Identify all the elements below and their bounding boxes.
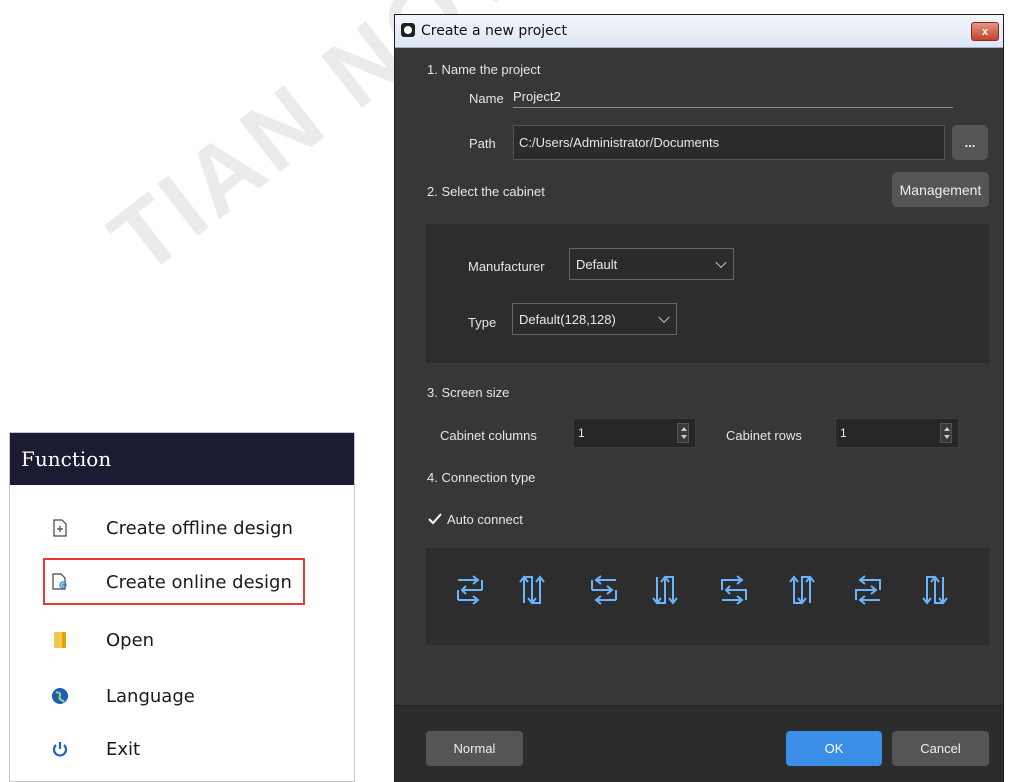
- manufacturer-value: Default: [576, 256, 618, 272]
- section4-heading: 4. Connection type: [427, 470, 536, 485]
- app-icon: [401, 23, 415, 37]
- type-label: Type: [468, 315, 497, 330]
- rows-label: Cabinet rows: [726, 428, 802, 443]
- columns-spinbox[interactable]: 1: [573, 418, 696, 448]
- online-file-icon: [50, 572, 70, 592]
- snake-v-3-icon[interactable]: [784, 573, 816, 607]
- chevron-down-icon: [715, 256, 727, 269]
- path-label: Path: [469, 136, 496, 151]
- path-field[interactable]: C:/Users/Administrator/Documents: [513, 125, 945, 160]
- dialog-title: Create a new project: [421, 23, 567, 39]
- chevron-down-icon: [658, 311, 670, 324]
- create-online-design-item[interactable]: Create online design: [10, 567, 354, 597]
- type-dropdown[interactable]: Default(128,128): [512, 303, 677, 335]
- exit-item[interactable]: Exit: [10, 734, 354, 764]
- language-item[interactable]: Language: [10, 681, 354, 711]
- columns-value: 1: [578, 426, 585, 440]
- folder-icon: [50, 630, 70, 650]
- snake-v-4-icon[interactable]: [917, 573, 949, 607]
- snake-v-2-icon[interactable]: [651, 573, 683, 607]
- columns-label: Cabinet columns: [440, 428, 537, 443]
- dialog-footer: Normal OK Cancel: [395, 705, 1003, 782]
- section3-heading: 3. Screen size: [427, 385, 510, 400]
- new-file-icon: [50, 518, 70, 538]
- function-panel: Function Create offline design Create on…: [9, 432, 355, 782]
- snake-v-1-icon[interactable]: [518, 573, 550, 607]
- connection-panel: [426, 548, 989, 645]
- section1-heading: 1. Name the project: [427, 62, 541, 77]
- create-offline-design-item[interactable]: Create offline design: [10, 513, 354, 543]
- snake-h-1-icon[interactable]: [454, 573, 486, 607]
- power-icon: [50, 739, 70, 759]
- rows-spinbox[interactable]: 1: [835, 418, 959, 448]
- management-button[interactable]: Management: [892, 172, 989, 207]
- auto-connect-label[interactable]: Auto connect: [447, 512, 523, 527]
- open-item[interactable]: Open: [10, 625, 354, 655]
- section2-heading: 2. Select the cabinet: [427, 184, 545, 199]
- name-field[interactable]: Project2: [513, 89, 953, 108]
- cancel-button[interactable]: Cancel: [892, 731, 989, 766]
- spinner-arrows-icon[interactable]: [940, 423, 952, 443]
- cabinet-panel: [426, 224, 989, 363]
- manufacturer-dropdown[interactable]: Default: [569, 248, 734, 280]
- snake-h-2-icon[interactable]: [588, 573, 620, 607]
- snake-h-4-icon[interactable]: [852, 573, 884, 607]
- browse-button[interactable]: ...: [952, 125, 988, 160]
- type-value: Default(128,128): [519, 311, 616, 327]
- create-project-dialog: Create a new project x 1. Name the proje…: [394, 14, 1004, 782]
- normal-button[interactable]: Normal: [426, 731, 523, 766]
- open-label: Open: [106, 629, 155, 651]
- globe-icon: [50, 686, 70, 706]
- dialog-titlebar[interactable]: Create a new project x: [395, 15, 1003, 48]
- name-label: Name: [469, 91, 504, 106]
- checkmark-icon[interactable]: [428, 512, 442, 526]
- function-panel-title: Function: [10, 433, 354, 485]
- snake-h-3-icon[interactable]: [718, 573, 750, 607]
- close-button[interactable]: x: [971, 22, 999, 41]
- ok-button[interactable]: OK: [786, 731, 882, 766]
- language-label: Language: [106, 685, 195, 707]
- create-offline-design-label: Create offline design: [106, 517, 293, 539]
- exit-label: Exit: [106, 738, 141, 760]
- manufacturer-label: Manufacturer: [468, 259, 545, 274]
- rows-value: 1: [840, 426, 847, 440]
- spinner-arrows-icon[interactable]: [677, 423, 689, 443]
- create-online-design-label: Create online design: [106, 571, 292, 593]
